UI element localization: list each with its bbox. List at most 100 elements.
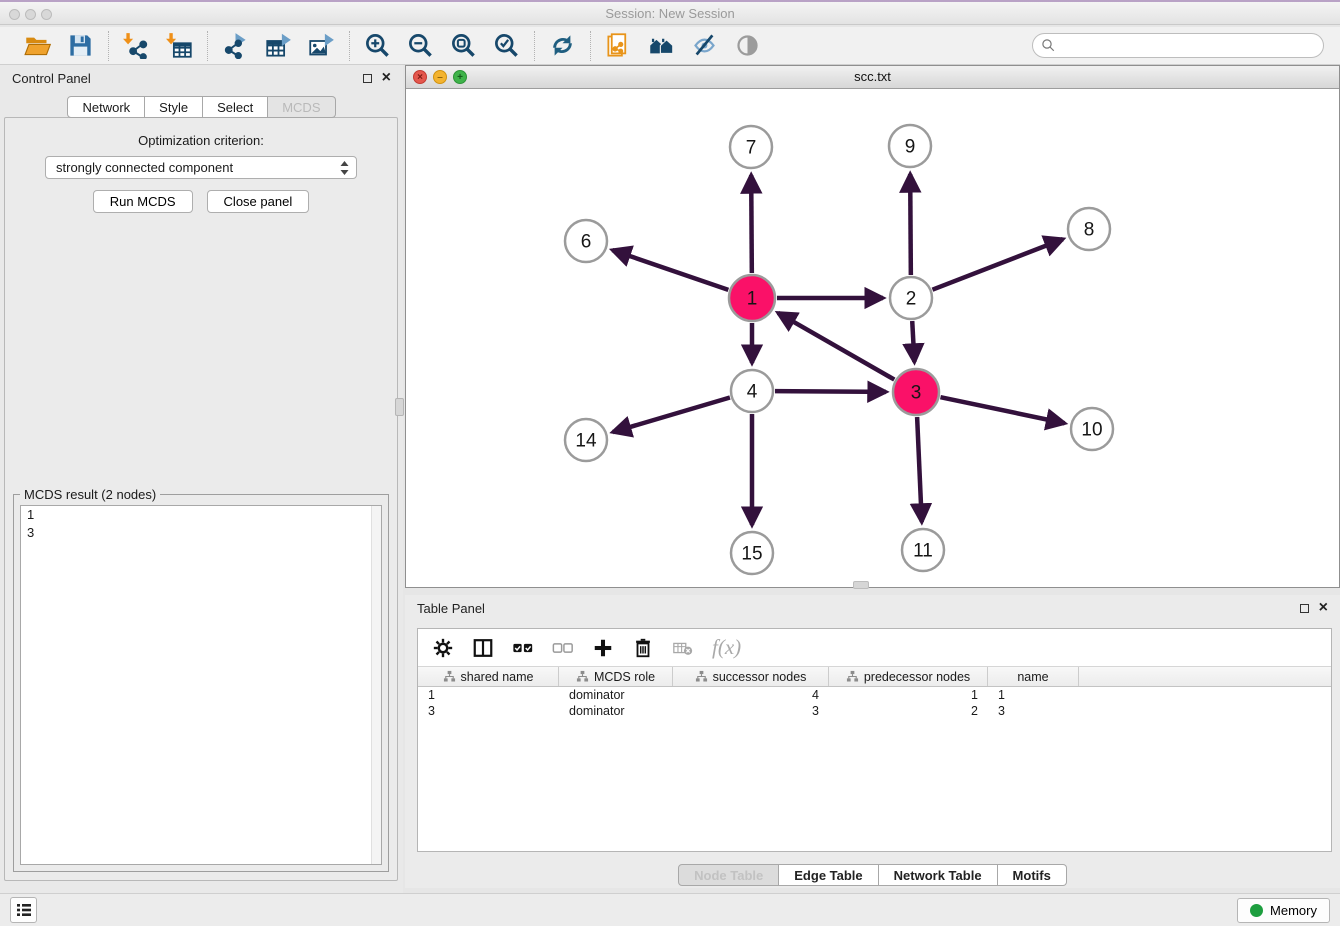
zoom-fit-icon[interactable] [450,32,477,59]
table-row[interactable]: 1dominator411 [418,687,1331,703]
zoom-in-icon[interactable] [364,32,391,59]
graph-node-15[interactable]: 15 [731,532,773,574]
criterion-dropdown[interactable]: strongly connected component [45,156,357,179]
mcds-result-item[interactable]: 3 [21,524,381,542]
network-view-window: × – + scc.txt 7 9 6 8 1 2 4 3 14 10 15 11 [405,65,1340,588]
table-tab-network-table[interactable]: Network Table [879,864,998,886]
table-cell[interactable]: 2 [829,703,988,719]
graph-edge-4-14[interactable] [613,398,730,433]
graph-node-3[interactable]: 3 [893,369,939,415]
show-all-icon [734,32,761,59]
table-settings-icon[interactable] [432,637,454,659]
column-header-MCDS-role[interactable]: MCDS role [559,667,673,686]
svg-text:1: 1 [747,289,758,310]
graph-node-7[interactable]: 7 [730,126,772,168]
table-cell[interactable]: dominator [559,703,673,719]
graph-edge-4-3[interactable] [775,391,886,392]
open-file-icon[interactable] [24,32,51,59]
table-tab-edge-table[interactable]: Edge Table [779,864,878,886]
mcds-result-list[interactable]: 13 [20,505,382,865]
column-mode-icon[interactable] [472,637,494,659]
control-tab-select[interactable]: Select [203,96,268,118]
graph-edge-2-3[interactable] [912,321,914,362]
zoom-out-icon[interactable] [407,32,434,59]
graph-edge-2-8[interactable] [932,239,1062,290]
graph-edge-1-7[interactable] [751,175,752,273]
export-network-icon[interactable] [222,32,249,59]
close-panel-button[interactable]: Close panel [207,190,310,213]
table-cell[interactable]: dominator [559,687,673,703]
horizontal-splitter-handle[interactable] [853,581,869,589]
deselect-all-icon[interactable] [552,637,574,659]
new-network-icon[interactable] [605,32,632,59]
graph-node-2[interactable]: 2 [890,277,932,319]
control-tab-mcds[interactable]: MCDS [268,96,335,118]
apply-layout-icon[interactable] [549,32,576,59]
svg-text:6: 6 [581,232,592,253]
svg-text:10: 10 [1081,420,1102,441]
graph-edge-2-9[interactable] [910,174,911,275]
graph-node-1[interactable]: 1 [729,275,775,321]
graph-node-8[interactable]: 8 [1068,208,1110,250]
table-cell[interactable]: 4 [673,687,829,703]
graph-node-10[interactable]: 10 [1071,408,1113,450]
hide-selected-icon[interactable] [691,32,718,59]
function-builder-icon: f(x) [712,635,741,660]
main-toolbar [0,27,1340,65]
table-cell[interactable]: 3 [673,703,829,719]
graph-node-14[interactable]: 14 [565,419,607,461]
table-tab-node-table[interactable]: Node Table [678,864,779,886]
float-table-panel-icon[interactable] [1300,604,1309,613]
table-row[interactable]: 3dominator323 [418,703,1331,719]
zoom-selected-icon[interactable] [493,32,520,59]
graph-node-9[interactable]: 9 [889,125,931,167]
svg-text:14: 14 [575,431,597,452]
control-tab-style[interactable]: Style [145,96,203,118]
result-scrollbar[interactable] [371,506,381,864]
task-list-icon [16,902,32,918]
import-table-icon[interactable] [166,32,193,59]
close-table-panel-icon[interactable]: × [1319,603,1328,613]
table-tab-motifs[interactable]: Motifs [998,864,1067,886]
column-header-shared-name[interactable]: shared name [418,667,559,686]
task-history-button[interactable] [10,897,37,923]
delete-column-icon[interactable] [632,637,654,659]
table-cell[interactable]: 1 [829,687,988,703]
graph-edge-3-10[interactable] [940,397,1064,423]
run-mcds-button[interactable]: Run MCDS [93,190,193,213]
export-image-icon[interactable] [308,32,335,59]
mcds-result-item[interactable]: 1 [21,506,381,524]
table-cell[interactable]: 3 [418,703,559,719]
network-window-titlebar[interactable]: × – + scc.txt [406,66,1339,89]
graph-edge-1-6[interactable] [612,250,728,290]
graph-node-6[interactable]: 6 [565,220,607,262]
import-network-icon[interactable] [123,32,150,59]
column-header-name[interactable]: name [988,667,1079,686]
close-panel-icon[interactable]: × [382,73,391,83]
float-panel-icon[interactable] [363,74,372,83]
table-cell[interactable]: 3 [988,703,1079,719]
select-all-icon[interactable] [512,637,534,659]
mcds-result-items: 13 [21,506,381,542]
graph-node-4[interactable]: 4 [731,370,773,412]
svg-text:7: 7 [746,138,757,159]
graph-edge-3-11[interactable] [917,417,922,522]
table-body: 1dominator4113dominator323 [418,687,1331,719]
memory-button[interactable]: Memory [1237,898,1330,923]
column-header-successor-nodes[interactable]: successor nodes [673,667,829,686]
create-column-icon[interactable] [592,637,614,659]
network-canvas-svg: 7 9 6 8 1 2 4 3 14 10 15 11 [406,89,1339,587]
table-cell[interactable]: 1 [418,687,559,703]
status-bar: Memory [0,893,1340,926]
first-neighbors-icon[interactable] [648,32,675,59]
search-input[interactable] [1032,33,1324,58]
control-tab-network[interactable]: Network [67,96,145,118]
column-header-predecessor-nodes[interactable]: predecessor nodes [829,667,988,686]
vertical-splitter-handle[interactable] [395,398,404,416]
save-session-icon[interactable] [67,32,94,59]
graph-edge-3-1[interactable] [778,313,894,380]
table-cell[interactable]: 1 [988,687,1079,703]
export-table-icon[interactable] [265,32,292,59]
network-canvas[interactable]: 7 9 6 8 1 2 4 3 14 10 15 11 [406,89,1339,587]
graph-node-11[interactable]: 11 [902,529,944,571]
